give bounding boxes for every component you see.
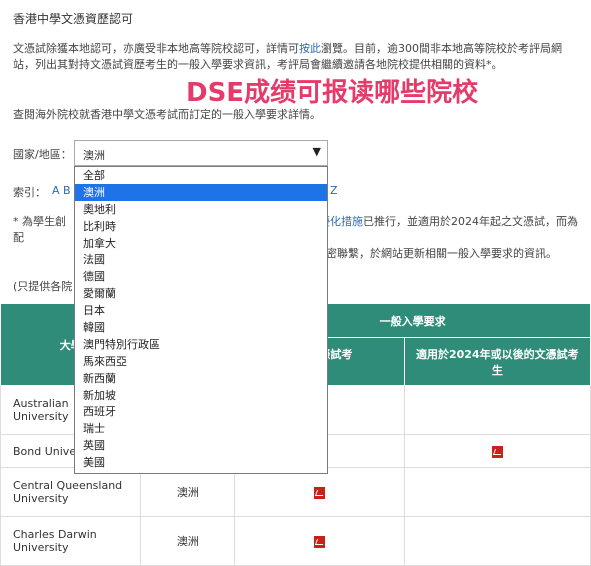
intro-link[interactable]: 按此 — [299, 42, 321, 55]
dropdown-arrow-icon: ▼ — [312, 145, 321, 158]
pdf-cell-before[interactable] — [234, 516, 405, 566]
dropdown-option[interactable]: 全部 — [75, 167, 327, 184]
region-select-value: 澳洲 — [83, 149, 105, 162]
table-row: Central Queensland University 澳洲 — [0, 467, 591, 517]
dropdown-option[interactable]: 比利時 — [75, 218, 327, 235]
overseas-note: 查閱海外院校就香港中學文憑考試而訂定的一般入學要求詳情。 — [13, 108, 321, 121]
dropdown-option[interactable]: 德國 — [75, 268, 327, 285]
index-letter-z[interactable]: Z — [330, 184, 338, 197]
pdf-cell-after[interactable] — [403, 434, 591, 468]
country-cell: 澳洲 — [140, 467, 236, 517]
dropdown-option[interactable]: 馬來西亞 — [75, 353, 327, 370]
dropdown-option-selected[interactable]: 澳洲 — [75, 183, 327, 201]
dropdown-option[interactable]: 美國 — [75, 454, 327, 471]
col-after-2024: 適用於2024年或以後的文憑試考生 — [403, 337, 591, 386]
only-note: (只提供各院 — [13, 280, 73, 293]
dropdown-option[interactable]: 愛爾蘭 — [75, 285, 327, 302]
region-select[interactable]: 澳洲 ▼ — [74, 140, 328, 166]
intro-paragraph: 文憑試除獲本地認可，亦廣受非本地高等院校認可，詳情可按此瀏覽。目前，逾300間非… — [13, 41, 579, 73]
pdf-cell-after — [403, 467, 591, 517]
dropdown-option[interactable]: 瑞士 — [75, 420, 327, 437]
dropdown-option[interactable]: 加拿大 — [75, 235, 327, 252]
dropdown-option[interactable]: 西班牙 — [75, 403, 327, 420]
region-dropdown-list[interactable]: 全部 澳洲 奧地利 比利時 加拿大 法國 德國 愛爾蘭 日本 韓國 澳門特別行政… — [74, 166, 328, 474]
dropdown-option[interactable]: 英國 — [75, 437, 327, 454]
dropdown-option[interactable]: 新西蘭 — [75, 370, 327, 387]
region-label: 國家/地區： — [13, 148, 72, 161]
country-cell: 澳洲 — [140, 516, 236, 566]
index-letters[interactable]: A B — [52, 184, 71, 197]
university-name[interactable]: Central Queensland University — [0, 467, 142, 517]
pdf-icon[interactable] — [313, 535, 325, 548]
pdf-cell-after — [403, 385, 591, 435]
table-row: Charles Darwin University 澳洲 — [0, 516, 591, 566]
page-title: 香港中學文憑資歷認可 — [13, 12, 134, 26]
dropdown-option[interactable]: 日本 — [75, 302, 327, 319]
footnote-prefix: * 為學生創 — [13, 215, 66, 228]
dropdown-option[interactable]: 新加坡 — [75, 387, 327, 404]
dropdown-option[interactable]: 澳門特別行政區 — [75, 336, 327, 353]
dropdown-option[interactable]: 韓國 — [75, 319, 327, 336]
intro-prefix: 文憑試除獲本地認可，亦廣受非本地高等院校認可，詳情可 — [13, 42, 299, 55]
index-label: 索引： — [13, 186, 46, 199]
overlay-caption: DSE成绩可报读哪些院校 — [186, 78, 479, 108]
pdf-cell-after — [403, 516, 591, 566]
dropdown-option[interactable]: 法國 — [75, 251, 327, 268]
pdf-cell-before[interactable] — [234, 467, 405, 517]
dropdown-option[interactable]: 奧地利 — [75, 201, 327, 218]
pdf-icon[interactable] — [313, 486, 325, 499]
university-name[interactable]: Charles Darwin University — [0, 516, 142, 566]
pdf-icon[interactable] — [491, 445, 503, 458]
